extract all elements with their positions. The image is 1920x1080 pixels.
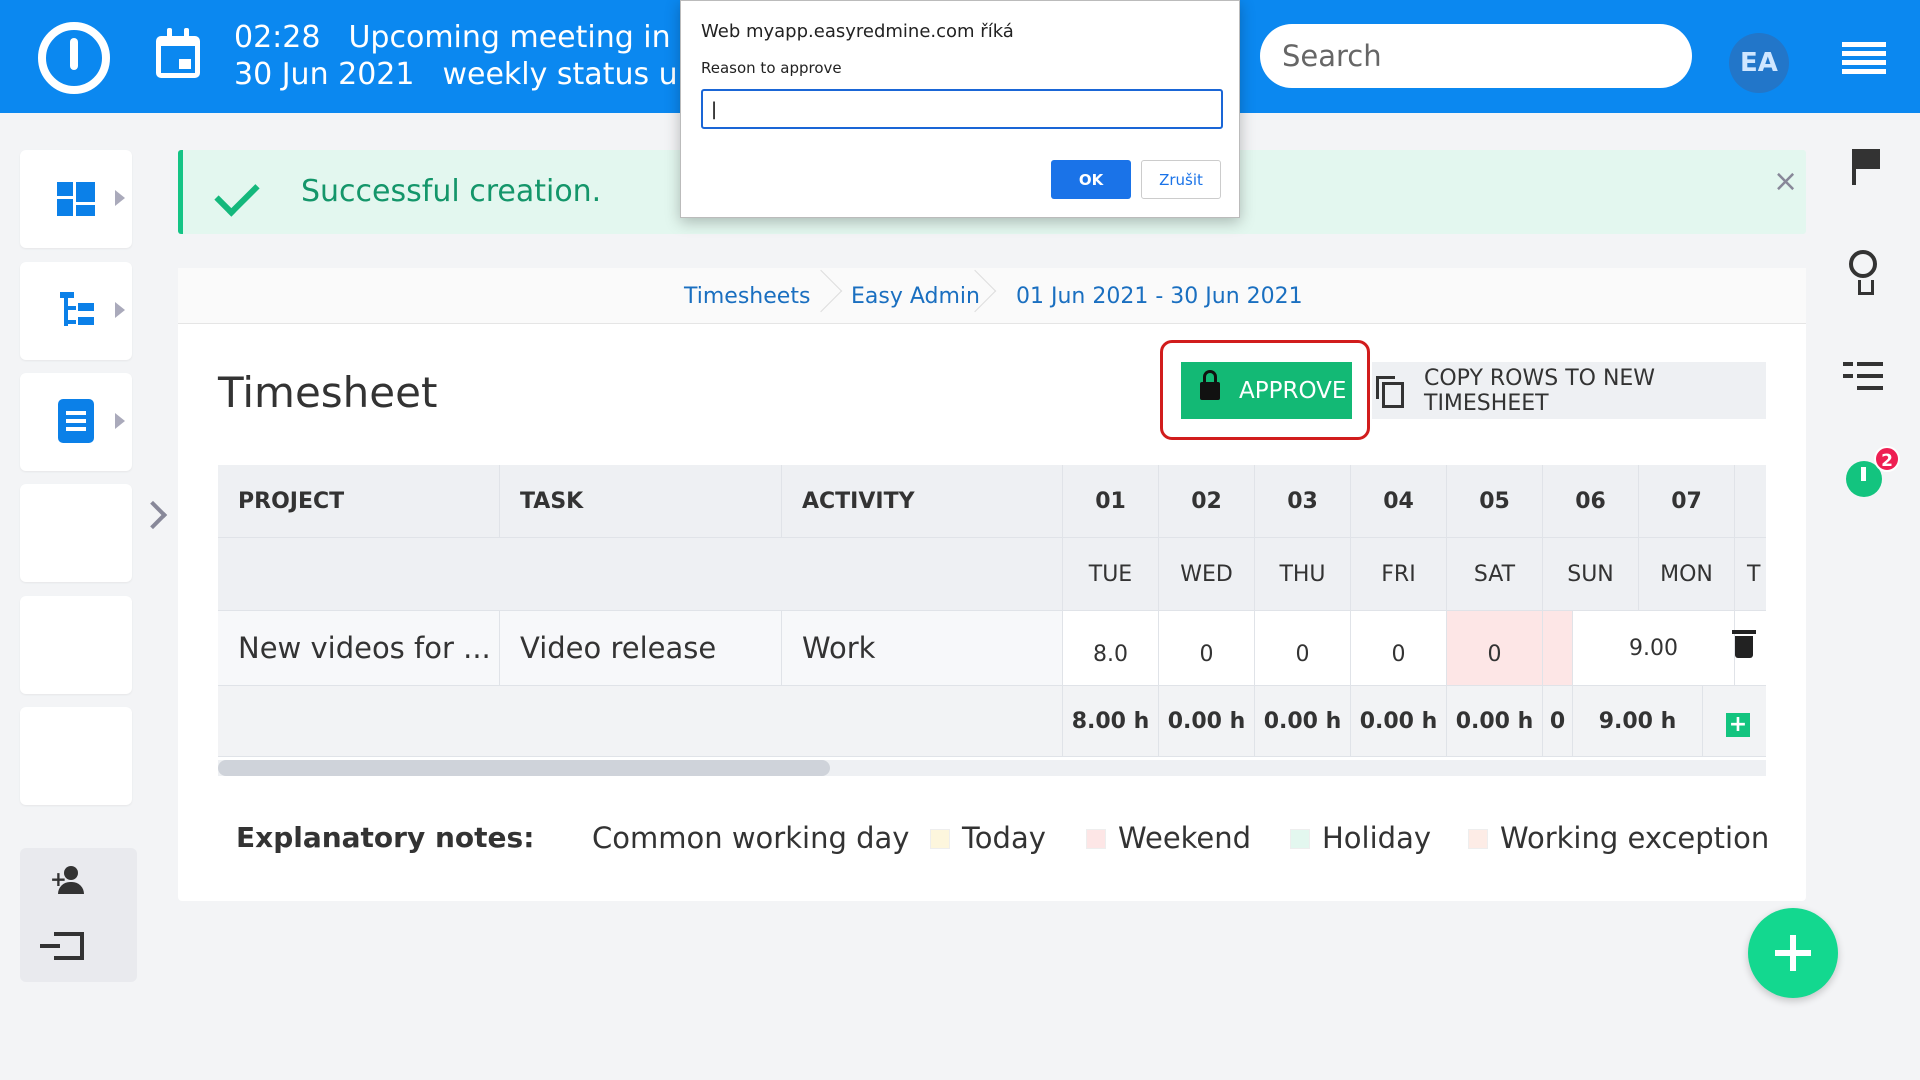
calendar-icon[interactable]: [156, 28, 200, 78]
timesheet-table: PROJECT TASK ACTIVITY 01 02 03 04 05 06 …: [218, 465, 1766, 757]
column-header-day: 01: [1063, 465, 1159, 538]
dialog-title: Web myapp.easyredmine.com říká: [701, 21, 1014, 42]
dialog-label: Reason to approve: [701, 59, 842, 77]
create-new-fab-button[interactable]: [1748, 908, 1838, 998]
reason-input[interactable]: [701, 89, 1223, 129]
breadcrumb-period[interactable]: 01 Jun 2021 - 30 Jun 2021: [1016, 284, 1303, 309]
sidebar-item-empty-3[interactable]: [20, 707, 132, 805]
column-header-weekday: MON: [1639, 538, 1735, 611]
column-header-day: 05: [1447, 465, 1543, 538]
sidebar-expand-chevron-icon[interactable]: [138, 500, 168, 530]
row-activity[interactable]: Work: [782, 611, 1063, 686]
search-input[interactable]: [1260, 24, 1692, 88]
flag-icon[interactable]: [1852, 149, 1882, 185]
day-total: 0.00 h: [1255, 686, 1351, 757]
column-header-weekday: THU: [1255, 538, 1351, 611]
legend-swatch-holiday: [1290, 829, 1310, 849]
column-header-weekday: WED: [1159, 538, 1255, 611]
user-avatar[interactable]: EA: [1729, 33, 1789, 93]
page-title: Timesheet: [218, 368, 438, 417]
hours-input-weekend[interactable]: 0: [1447, 611, 1543, 686]
breadcrumb-timesheets[interactable]: Timesheets: [684, 284, 810, 309]
column-header-day-partial: [1735, 465, 1766, 538]
column-header-weekday: TUE: [1063, 538, 1159, 611]
add-user-icon[interactable]: +: [50, 866, 90, 896]
ok-button[interactable]: OK: [1051, 160, 1131, 199]
hours-input[interactable]: 8.0: [1063, 611, 1159, 686]
sidebar-item-projects-tree[interactable]: [20, 262, 132, 360]
column-header-project: PROJECT: [218, 465, 500, 538]
column-header-day: 04: [1351, 465, 1447, 538]
column-header-task: TASK: [500, 465, 782, 538]
legend-holiday: Holiday: [1322, 821, 1432, 855]
copy-rows-button[interactable]: COPY ROWS TO NEW TIMESHEET: [1372, 362, 1766, 419]
legend-swatch-weekend: [1086, 829, 1106, 849]
hours-input[interactable]: 0: [1351, 611, 1447, 686]
hamburger-menu-icon[interactable]: [1842, 42, 1886, 74]
header-spacer: [218, 538, 1063, 611]
column-header-activity: ACTIVITY: [782, 465, 1063, 538]
legend-today: Today: [962, 821, 1046, 855]
timesheet-card: Timesheets Easy Admin 01 Jun 2021 - 30 J…: [178, 268, 1806, 901]
cancel-button[interactable]: Zrušit: [1141, 160, 1221, 199]
row-task[interactable]: Video release: [500, 611, 782, 686]
sum-spacer: [218, 686, 1063, 757]
sign-in-icon[interactable]: [40, 932, 84, 960]
legend-title: Explanatory notes:: [236, 821, 535, 854]
app-logo-icon[interactable]: [38, 22, 110, 94]
sidebar-item-empty-2[interactable]: [20, 596, 132, 694]
expand-arrow-icon: [115, 302, 125, 318]
breadcrumb: Timesheets Easy Admin 01 Jun 2021 - 30 J…: [178, 268, 1806, 324]
column-header-weekday: SUN: [1543, 538, 1639, 611]
clipboard-icon: [58, 399, 94, 443]
day-total: 0.00 h: [1447, 686, 1543, 757]
copy-icon: [1376, 376, 1404, 408]
hours-input[interactable]: 0: [1159, 611, 1255, 686]
sidebar-item-tasks[interactable]: [20, 373, 132, 471]
horizontal-scrollbar[interactable]: [218, 760, 1766, 776]
column-header-day: 06: [1543, 465, 1639, 538]
day-total: 9.00 h: [1573, 686, 1703, 757]
hours-input[interactable]: 0: [1255, 611, 1351, 686]
tree-structure-icon: [60, 292, 94, 328]
lightbulb-icon[interactable]: [1849, 250, 1877, 295]
checkmark-icon: [214, 171, 260, 217]
column-header-weekday-partial: T: [1735, 538, 1766, 611]
column-header-day: 03: [1255, 465, 1351, 538]
checklist-icon[interactable]: [1843, 358, 1883, 390]
legend-weekend: Weekend: [1118, 821, 1252, 855]
hours-input-weekend-partial[interactable]: [1543, 611, 1573, 686]
row-project[interactable]: New videos for ...: [218, 611, 500, 686]
day-total: 8.00 h: [1063, 686, 1159, 757]
add-row-icon[interactable]: +: [1726, 713, 1750, 737]
sidebar-item-dashboard[interactable]: [20, 150, 132, 248]
browser-prompt-dialog: Web myapp.easyredmine.com říká Reason to…: [680, 0, 1240, 218]
user-actions-panel: +: [20, 848, 137, 982]
legend-swatch-working-exception: [1468, 829, 1488, 849]
expand-arrow-icon: [115, 413, 125, 429]
meeting-time: 02:28: [234, 20, 321, 55]
timer-badge: 2: [1874, 446, 1900, 472]
column-header-day: 02: [1159, 465, 1255, 538]
trash-icon[interactable]: [1732, 630, 1756, 658]
sidebar-item-empty-1[interactable]: [20, 484, 132, 582]
legend-common-working-day: Common working day: [592, 821, 910, 855]
expand-arrow-icon: [115, 190, 125, 206]
column-header-weekday: SAT: [1447, 538, 1543, 611]
close-icon[interactable]: ×: [1773, 164, 1798, 199]
dashboard-icon: [57, 182, 95, 216]
scrollbar-thumb[interactable]: [218, 760, 830, 776]
lock-icon: [1200, 370, 1220, 400]
hours-input[interactable]: 9.00: [1573, 611, 1735, 686]
legend-swatch-today: [930, 829, 950, 849]
meeting-date: 30 Jun 2021: [234, 57, 415, 92]
day-total: 0.00 h: [1159, 686, 1255, 757]
alert-message: Successful creation.: [301, 174, 602, 209]
column-header-day: 07: [1639, 465, 1735, 538]
column-header-weekday: FRI: [1351, 538, 1447, 611]
day-total: 0.00 h: [1351, 686, 1447, 757]
day-total-partial: 0: [1543, 686, 1573, 757]
legend-working-exception: Working exception: [1500, 821, 1770, 855]
